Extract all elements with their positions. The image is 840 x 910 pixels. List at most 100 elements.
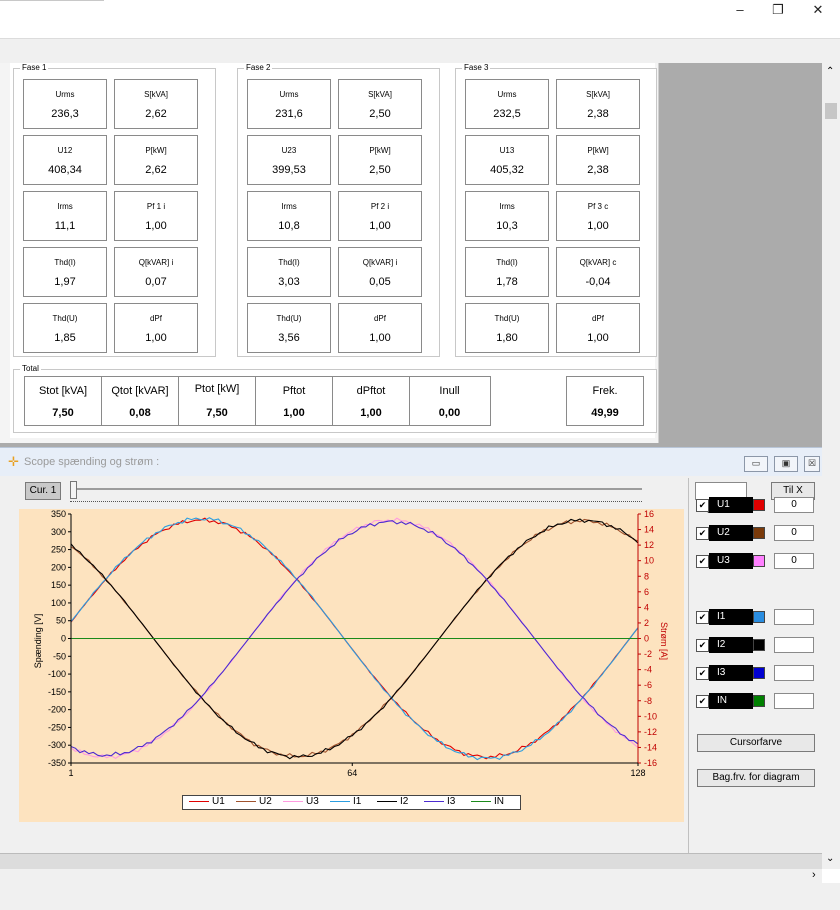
- fase2-cell-label: Urms: [279, 90, 299, 99]
- channel-color-swatch[interactable]: [753, 695, 765, 707]
- channel-checkbox-i1[interactable]: ✔: [696, 611, 709, 624]
- close-button[interactable]: ✕: [800, 0, 836, 22]
- fase1-cell-value: 0,07: [145, 276, 167, 288]
- fase1-cell-label: Q[kVAR] i: [138, 258, 174, 267]
- channel-cursor-value[interactable]: 0: [774, 497, 814, 513]
- channel-cursor-value[interactable]: [774, 609, 814, 625]
- fase1-cell-value: 1,00: [145, 332, 167, 344]
- channel-cursor-value[interactable]: 0: [774, 525, 814, 541]
- y2-tick-label: 10: [644, 556, 654, 566]
- legend-item-in: IN: [471, 796, 504, 807]
- fase2-cell-label: Irms: [281, 202, 297, 211]
- fase1-cell-label: P[kW]: [145, 146, 167, 155]
- fase3-title: Fase 3: [462, 63, 491, 72]
- legend-item-i1: I1: [330, 796, 361, 807]
- fase1-cell: Pf 1 i 1,00: [114, 191, 198, 241]
- fase3-cell-label: S[kVA]: [586, 90, 610, 99]
- meter-panel: Fase 1 Urms 236,3 S[kVA] 2,62 U12 408,34 P[kW]…: [0, 63, 659, 443]
- fase1-title: Fase 1: [20, 63, 49, 72]
- cursor-1-button[interactable]: Cur. 1: [25, 482, 61, 500]
- scope-window: ✛ Scope spænding og strøm : ▭ ▣ ☒ Cur. 1…: [0, 447, 822, 854]
- fase2-cell-value: 2,50: [369, 108, 391, 120]
- scroll-up-icon[interactable]: ⌃: [826, 66, 834, 77]
- fase2-title: Fase 2: [244, 63, 273, 72]
- channel-color-swatch[interactable]: [753, 527, 765, 539]
- channel-color-swatch[interactable]: [753, 639, 765, 651]
- legend-label: U3: [306, 796, 319, 807]
- fase3-cell: Thd(I) 1,78: [465, 247, 549, 297]
- y-tick-label: 350: [51, 509, 66, 519]
- minimize-button[interactable]: –: [722, 0, 758, 22]
- channel-checkbox-i3[interactable]: ✔: [696, 667, 709, 680]
- y-tick-label: -100: [48, 669, 66, 679]
- vertical-scrollbar[interactable]: ⌃ ⌄: [822, 63, 840, 869]
- legend-swatch: [424, 800, 444, 802]
- scope-minimize-button[interactable]: ▭: [744, 456, 768, 472]
- scroll-thumb[interactable]: [825, 103, 837, 119]
- fase1-cell-value: 408,34: [48, 164, 82, 176]
- legend-label: IN: [494, 796, 504, 807]
- restore-button[interactable]: ❐: [760, 0, 796, 22]
- cursorfarve-button[interactable]: Cursorfarve: [697, 734, 815, 752]
- channel-checkbox-u3[interactable]: ✔: [696, 555, 709, 568]
- scope-chart: 350300250200150100500-50-100-150-200-250…: [33, 509, 669, 778]
- y2-axis-label: Strøm [A]: [659, 622, 669, 660]
- channel-color-swatch[interactable]: [753, 499, 765, 511]
- fase2-cell-value: 2,50: [369, 164, 391, 176]
- channel-checkbox-u1[interactable]: ✔: [696, 499, 709, 512]
- channel-checkbox-in[interactable]: ✔: [696, 695, 709, 708]
- channel-cursor-value[interactable]: 0: [774, 553, 814, 569]
- y2-tick-label: 14: [644, 525, 654, 535]
- fase2-cell-label: P[kW]: [369, 146, 391, 155]
- total-stot-label: Stot [kVA]: [38, 385, 88, 397]
- channel-color-swatch[interactable]: [753, 611, 765, 623]
- channel-cursor-value[interactable]: [774, 665, 814, 681]
- horizontal-scrollbar[interactable]: ›: [0, 869, 822, 883]
- channel-checkbox-u2[interactable]: ✔: [696, 527, 709, 540]
- fase2-cell-label: Thd(I): [278, 258, 300, 267]
- legend-item-i3: I3: [424, 796, 455, 807]
- total-ptot-label: Ptot [kW]: [194, 383, 240, 395]
- channel-color-swatch[interactable]: [753, 555, 765, 567]
- channel-cursor-value[interactable]: [774, 637, 814, 653]
- channel-color-swatch[interactable]: [753, 667, 765, 679]
- fase2-cell-value: 10,8: [278, 220, 300, 232]
- bag-frv-button[interactable]: Bag.frv. for diagram: [697, 769, 815, 787]
- channel-checkbox-i2[interactable]: ✔: [696, 639, 709, 652]
- scope-close-button[interactable]: ☒: [804, 456, 820, 472]
- scope-title-bar: ✛ Scope spænding og strøm : ▭ ▣ ☒: [0, 448, 822, 476]
- fase1-cell-value: 1,00: [145, 220, 167, 232]
- fase2-cell-value: 231,6: [275, 108, 303, 120]
- total-stot-value: 7,50: [52, 407, 74, 419]
- fase2-cell-label: Thd(U): [276, 314, 302, 323]
- y2-tick-label: -8: [644, 696, 652, 706]
- fase2-cell-label: U23: [281, 146, 297, 155]
- fase2-group: Fase 2 Urms 231,6 S[kVA] 2,50 U23 399,53 P[kW]…: [237, 63, 440, 357]
- frek-cell: Frek. 49,99: [566, 376, 644, 426]
- y2-tick-label: 4: [644, 602, 649, 612]
- channel-cursor-value[interactable]: [774, 693, 814, 709]
- fase3-cell-label: Thd(U): [494, 314, 520, 323]
- status-bar: [0, 853, 822, 870]
- total-ptot-value: 7,50: [206, 407, 228, 419]
- fase1-cell-label: Pf 1 i: [146, 202, 166, 211]
- scroll-right-icon[interactable]: ›: [812, 869, 816, 881]
- y2-tick-label: -10: [644, 711, 657, 721]
- total-group: Total Stot [kVA] 7,50 Qtot [kVAR] 0,08 P…: [13, 364, 657, 433]
- scroll-down-icon[interactable]: ⌄: [826, 853, 834, 864]
- y-axis-label: Spænding [V]: [33, 614, 43, 669]
- fase2-cell-value: 1,00: [369, 220, 391, 232]
- scope-maximize-button[interactable]: ▣: [774, 456, 798, 472]
- fase2-cell: dPf 1,00: [338, 303, 422, 353]
- legend-swatch: [283, 800, 303, 802]
- meter-panel-inner: Fase 1 Urms 236,3 S[kVA] 2,62 U12 408,34 P[kW]…: [10, 63, 657, 438]
- fase3-cell-value: 1,00: [587, 332, 609, 344]
- cursor-slider-track[interactable]: [70, 488, 642, 490]
- y-tick-label: -150: [48, 687, 66, 697]
- fase1-cell: Q[kVAR] i 0,07: [114, 247, 198, 297]
- cursor-slider-thumb[interactable]: [70, 481, 77, 499]
- fase1-cell: U12 408,34: [23, 135, 107, 185]
- legend-item-u3: U3: [283, 796, 319, 807]
- fase3-cell-value: 1,78: [496, 276, 518, 288]
- fase2-cell: Pf 2 i 1,00: [338, 191, 422, 241]
